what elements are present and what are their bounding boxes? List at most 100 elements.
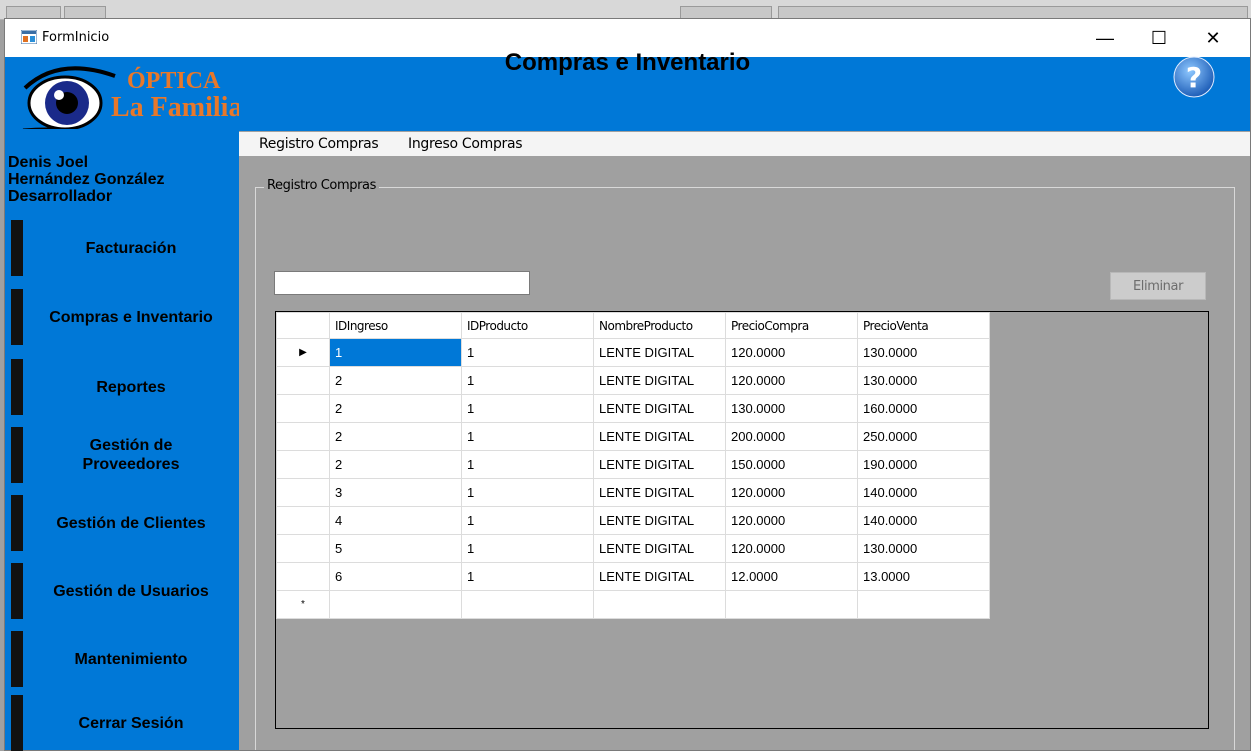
sidebar-item-cerrar-sesion[interactable]: Cerrar Sesión <box>11 695 239 751</box>
table-cell[interactable]: 1 <box>461 366 594 395</box>
new-row-indicator[interactable]: * <box>276 590 330 619</box>
table-cell[interactable]: 1 <box>461 562 594 591</box>
nav-marker <box>11 563 23 619</box>
nav-marker <box>11 427 23 483</box>
table-cell[interactable]: 120.0000 <box>725 478 858 507</box>
delete-button[interactable]: Eliminar <box>1110 272 1206 300</box>
column-header-idproducto[interactable]: IDProducto <box>461 312 594 339</box>
logo-text-la-familia: La Familia <box>111 92 239 123</box>
table-cell[interactable]: 2 <box>329 422 462 451</box>
table-cell[interactable] <box>329 590 462 619</box>
table-cell[interactable]: 6 <box>329 562 462 591</box>
nav-marker <box>11 220 23 276</box>
table-row[interactable]: ▶ 1 1 LENTE DIGITAL 120.0000 130.0000 <box>276 338 990 367</box>
table-row[interactable]: 4 1 LENTE DIGITAL 120.0000 140.0000 <box>276 506 990 535</box>
sidebar-item-reportes[interactable]: Reportes <box>11 359 239 415</box>
row-header[interactable] <box>276 478 330 507</box>
row-header[interactable] <box>276 562 330 591</box>
table-cell[interactable]: 120.0000 <box>725 506 858 535</box>
table-cell[interactable]: LENTE DIGITAL <box>593 534 726 563</box>
row-header[interactable] <box>276 394 330 423</box>
sidebar-item-facturacion[interactable]: Facturación <box>11 220 239 276</box>
table-cell[interactable]: 1 <box>461 450 594 479</box>
menu-item-registro-compras[interactable]: Registro Compras <box>259 136 379 152</box>
table-cell[interactable]: 4 <box>329 506 462 535</box>
row-header[interactable] <box>276 534 330 563</box>
sidebar-item-mantenimiento[interactable]: Mantenimiento <box>11 631 239 687</box>
table-cell[interactable]: 3 <box>329 478 462 507</box>
nav-marker <box>11 289 23 345</box>
table-cell[interactable]: LENTE DIGITAL <box>593 562 726 591</box>
row-header[interactable] <box>276 422 330 451</box>
table-cell[interactable]: 140.0000 <box>857 478 990 507</box>
new-row[interactable]: * <box>276 590 990 619</box>
table-cell[interactable]: LENTE DIGITAL <box>593 422 726 451</box>
table-cell[interactable]: 1 <box>461 422 594 451</box>
column-header-idingreso[interactable]: IDIngreso <box>329 312 462 339</box>
page-title: Compras e Inventario <box>504 49 751 76</box>
table-cell[interactable] <box>593 590 726 619</box>
table-cell[interactable]: LENTE DIGITAL <box>593 478 726 507</box>
grid-table: IDIngreso IDProducto NombreProducto Prec… <box>276 312 990 619</box>
table-cell[interactable]: 2 <box>329 450 462 479</box>
table-cell[interactable]: LENTE DIGITAL <box>593 450 726 479</box>
table-cell[interactable]: 250.0000 <box>857 422 990 451</box>
table-cell[interactable]: LENTE DIGITAL <box>593 338 726 367</box>
table-cell[interactable]: 1 <box>329 338 462 367</box>
table-cell[interactable]: 1 <box>461 534 594 563</box>
column-header-nombreproducto[interactable]: NombreProducto <box>593 312 726 339</box>
column-header-preciocompra[interactable]: PrecioCompra <box>725 312 858 339</box>
table-cell[interactable]: 5 <box>329 534 462 563</box>
table-cell[interactable]: 140.0000 <box>857 506 990 535</box>
sidebar-item-gestion-proveedores[interactable]: Gestión de Proveedores <box>11 427 239 483</box>
table-cell[interactable]: 2 <box>329 394 462 423</box>
table-cell[interactable]: 120.0000 <box>725 534 858 563</box>
row-header[interactable] <box>276 366 330 395</box>
table-cell[interactable]: 190.0000 <box>857 450 990 479</box>
table-cell[interactable]: 130.0000 <box>857 366 990 395</box>
row-header[interactable] <box>276 506 330 535</box>
table-row[interactable]: 2 1 LENTE DIGITAL 200.0000 250.0000 <box>276 422 990 451</box>
table-cell[interactable]: 2 <box>329 366 462 395</box>
table-cell[interactable]: 200.0000 <box>725 422 858 451</box>
nav-marker <box>11 359 23 415</box>
table-row[interactable]: 3 1 LENTE DIGITAL 120.0000 140.0000 <box>276 478 990 507</box>
table-cell[interactable] <box>461 590 594 619</box>
table-cell[interactable]: 1 <box>461 394 594 423</box>
table-cell[interactable]: 12.0000 <box>725 562 858 591</box>
table-cell[interactable]: 1 <box>461 506 594 535</box>
table-row[interactable]: 2 1 LENTE DIGITAL 120.0000 130.0000 <box>276 366 990 395</box>
help-icon[interactable]: ? <box>1173 56 1215 98</box>
table-cell[interactable]: 130.0000 <box>857 338 990 367</box>
table-cell[interactable]: LENTE DIGITAL <box>593 394 726 423</box>
row-header[interactable] <box>276 450 330 479</box>
table-cell[interactable]: 1 <box>461 478 594 507</box>
table-cell[interactable] <box>725 590 858 619</box>
table-cell[interactable]: LENTE DIGITAL <box>593 506 726 535</box>
sidebar-item-label: Reportes <box>96 378 166 396</box>
sidebar-item-gestion-usuarios[interactable]: Gestión de Usuarios <box>11 563 239 619</box>
table-cell[interactable]: 130.0000 <box>725 394 858 423</box>
table-row[interactable]: 6 1 LENTE DIGITAL 12.0000 13.0000 <box>276 562 990 591</box>
menu-item-ingreso-compras[interactable]: Ingreso Compras <box>408 136 523 152</box>
table-cell[interactable]: 13.0000 <box>857 562 990 591</box>
table-cell[interactable]: 120.0000 <box>725 338 858 367</box>
row-header-corner <box>276 312 330 339</box>
table-cell[interactable]: LENTE DIGITAL <box>593 366 726 395</box>
table-row[interactable]: 5 1 LENTE DIGITAL 120.0000 130.0000 <box>276 534 990 563</box>
table-cell[interactable]: 160.0000 <box>857 394 990 423</box>
current-row-indicator[interactable]: ▶ <box>276 338 330 367</box>
nav-marker <box>11 695 23 751</box>
sidebar-item-gestion-clientes[interactable]: Gestión de Clientes <box>11 495 239 551</box>
table-cell[interactable] <box>857 590 990 619</box>
table-row[interactable]: 2 1 LENTE DIGITAL 130.0000 160.0000 <box>276 394 990 423</box>
table-cell[interactable]: 1 <box>461 338 594 367</box>
table-cell[interactable]: 150.0000 <box>725 450 858 479</box>
compras-data-grid[interactable]: IDIngreso IDProducto NombreProducto Prec… <box>275 311 1209 729</box>
table-cell[interactable]: 130.0000 <box>857 534 990 563</box>
column-header-precioventa[interactable]: PrecioVenta <box>857 312 990 339</box>
table-cell[interactable]: 120.0000 <box>725 366 858 395</box>
sidebar-item-compras-inventario[interactable]: Compras e Inventario <box>11 289 239 345</box>
search-input[interactable] <box>274 271 530 295</box>
table-row[interactable]: 2 1 LENTE DIGITAL 150.0000 190.0000 <box>276 450 990 479</box>
